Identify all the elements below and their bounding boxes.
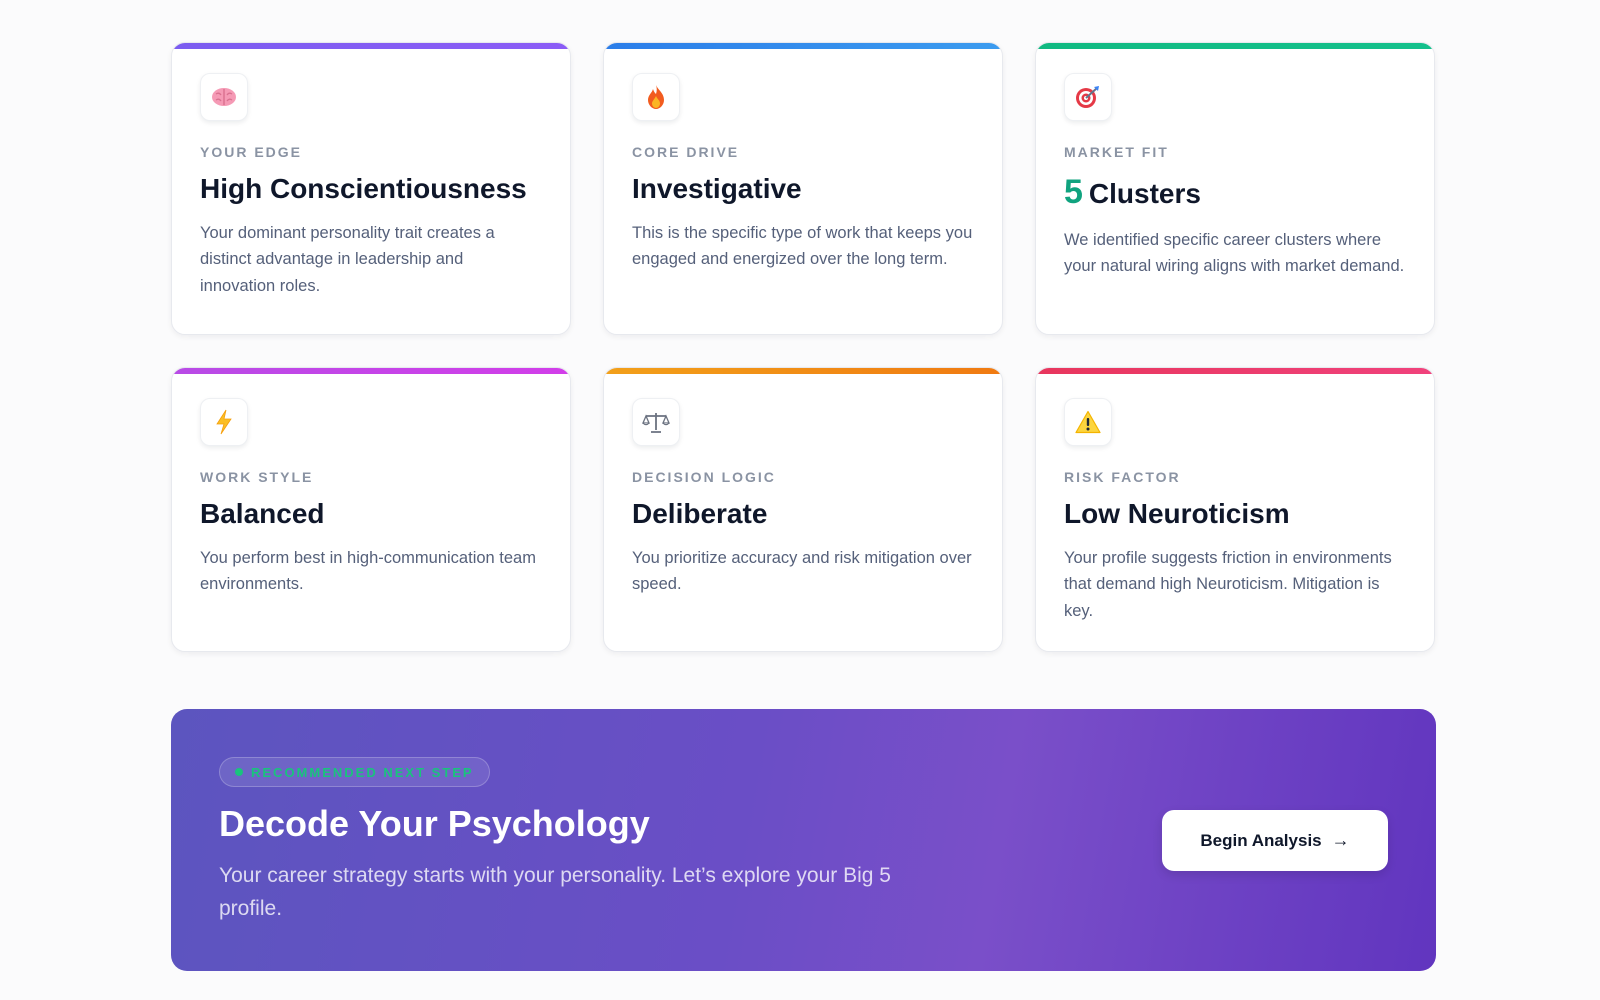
- button-label: Begin Analysis: [1200, 830, 1322, 850]
- target-icon: [1064, 73, 1112, 121]
- badge-label: RECOMMENDED NEXT STEP: [251, 764, 474, 780]
- card-accent-bar: [172, 368, 570, 374]
- insight-card-risk-factor: RISK FACTOR Low Neuroticism Your profile…: [1035, 367, 1435, 652]
- banner-title: Decode Your Psychology: [219, 803, 650, 844]
- card-title: 5 Clusters: [1064, 172, 1406, 213]
- cluster-count: 5: [1064, 173, 1083, 211]
- card-eyebrow: MARKET FIT: [1064, 144, 1169, 160]
- card-description: We identified specific career clusters w…: [1064, 230, 1405, 276]
- card-eyebrow: RISK FACTOR: [1064, 469, 1181, 485]
- warning-icon: [1064, 398, 1112, 446]
- insight-card-your-edge: YOUR EDGE High Conscientiousness Your do…: [171, 42, 571, 335]
- card-eyebrow: WORK STYLE: [200, 469, 314, 485]
- card-eyebrow: DECISION LOGIC: [632, 469, 776, 485]
- card-eyebrow: YOUR EDGE: [200, 144, 303, 160]
- card-description: Your dominant personality trait creates …: [200, 223, 495, 295]
- card-accent-bar: [604, 368, 1002, 374]
- card-title: Balanced: [200, 498, 325, 529]
- insight-card-core-drive: CORE DRIVE Investigative This is the spe…: [603, 42, 1003, 335]
- card-title: Deliberate: [632, 498, 768, 529]
- scales-icon: [632, 398, 680, 446]
- begin-analysis-button[interactable]: Begin Analysis →: [1162, 810, 1388, 871]
- card-description: You perform best in high-communication t…: [200, 548, 536, 594]
- arrow-right-icon: →: [1331, 830, 1350, 850]
- recommended-badge: RECOMMENDED NEXT STEP: [219, 757, 490, 787]
- card-title: Low Neuroticism: [1064, 498, 1290, 529]
- card-description: You prioritize accuracy and risk mitigat…: [632, 548, 972, 594]
- insight-card-market-fit: MARKET FIT 5 Clusters We identified speci…: [1035, 42, 1435, 335]
- card-accent-bar: [604, 43, 1002, 49]
- insight-cards-grid: YOUR EDGE High Conscientiousness Your do…: [171, 42, 1436, 652]
- banner-description: Your career strategy starts with your pe…: [219, 864, 891, 920]
- card-title-text: Clusters: [1088, 178, 1201, 209]
- card-accent-bar: [172, 43, 570, 49]
- card-description: This is the specific type of work that k…: [632, 223, 973, 269]
- card-title: High Conscientiousness: [200, 173, 527, 204]
- insight-card-decision-logic: DECISION LOGIC Deliberate You prioritize…: [603, 367, 1003, 652]
- card-description: Your profile suggests friction in enviro…: [1064, 548, 1392, 620]
- insight-card-work-style: WORK STYLE Balanced You perform best in …: [171, 367, 571, 652]
- card-title: Investigative: [632, 173, 802, 204]
- card-accent-bar: [1036, 368, 1434, 374]
- status-dot-icon: [235, 768, 243, 776]
- lightning-icon: [200, 398, 248, 446]
- card-accent-bar: [1036, 43, 1434, 49]
- next-step-banner: RECOMMENDED NEXT STEP Decode Your Psycho…: [171, 709, 1436, 971]
- fire-icon: [632, 73, 680, 121]
- brain-icon: [200, 73, 248, 121]
- card-eyebrow: CORE DRIVE: [632, 144, 740, 160]
